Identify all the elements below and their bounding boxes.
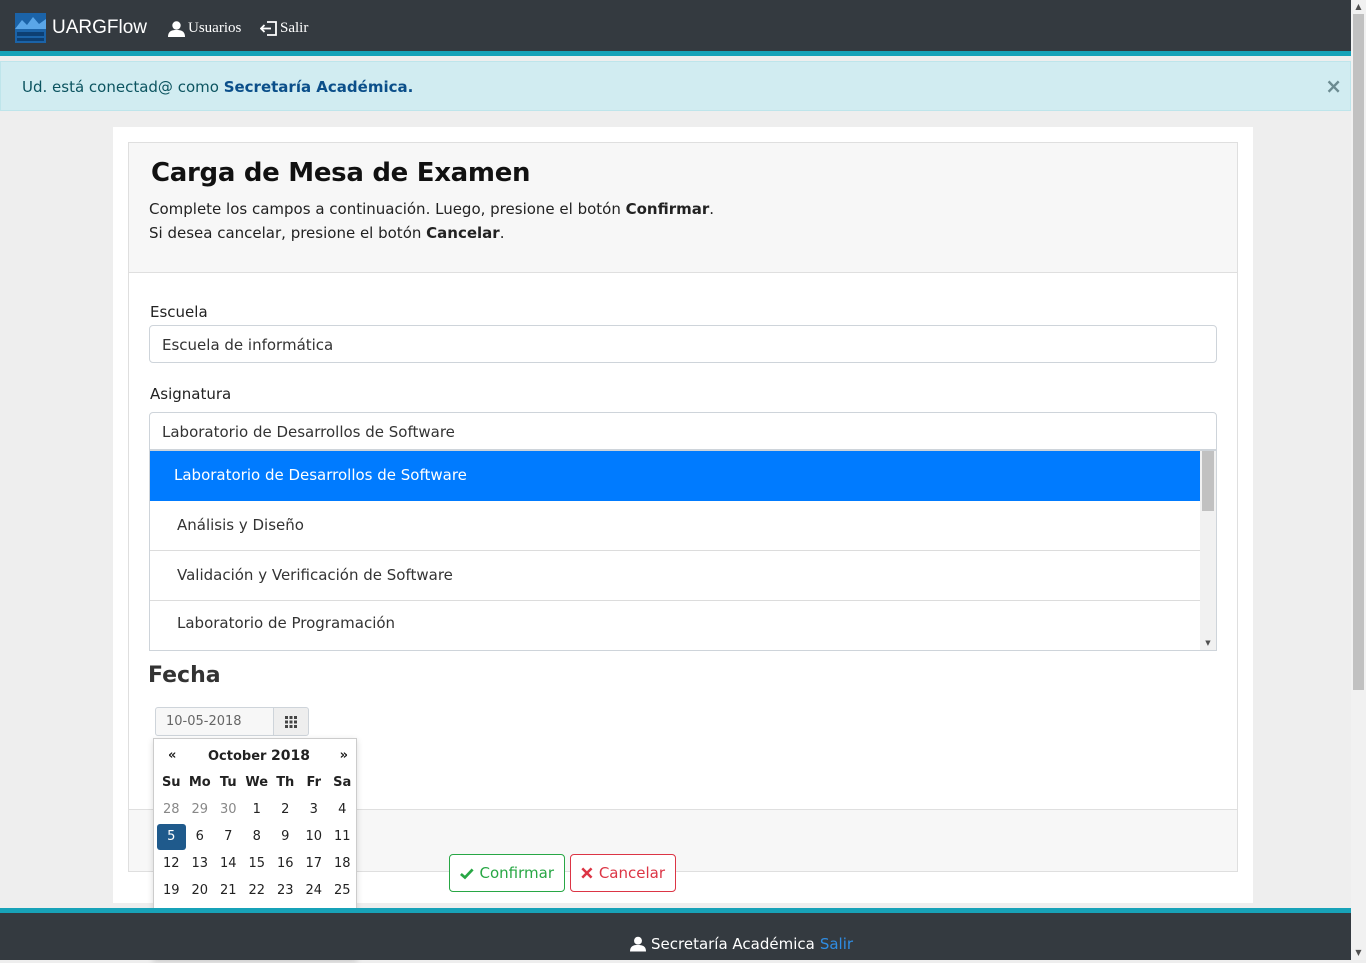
day-cell[interactable]: 15 — [243, 855, 272, 882]
day-cell[interactable]: 20 — [186, 882, 215, 909]
page-scrollbar-thumb[interactable] — [1353, 14, 1364, 690]
nav-exit-label: Salir — [280, 20, 309, 36]
weekday-label: Fr — [306, 775, 321, 790]
day-cell[interactable]: 18 — [328, 855, 357, 882]
day-cell[interactable]: 1 — [243, 801, 272, 828]
cancel-button-label: Cancelar — [598, 864, 665, 882]
week-row: 12 13 14 15 16 17 18 — [157, 855, 357, 882]
escuela-field[interactable]: Escuela de informática — [149, 325, 1217, 363]
day-cell[interactable]: 12 — [157, 855, 186, 882]
page-title: Carga de Mesa de Examen — [151, 158, 531, 188]
day-cell[interactable]: 19 — [157, 882, 186, 909]
fecha-label: Fecha — [148, 663, 221, 688]
day-cell[interactable]: 5 — [157, 824, 186, 850]
bottom-footer-bar: Secretaría Académica Salir — [0, 908, 1351, 960]
day-cell[interactable]: 16 — [271, 855, 300, 882]
scroll-up-arrow-icon[interactable]: ▲ — [1351, 0, 1366, 14]
asignatura-option[interactable]: Laboratorio de Desarrollos de Software — [150, 451, 1201, 501]
asignatura-options-list[interactable]: Laboratorio de Desarrollos de Software A… — [149, 450, 1217, 651]
day-cell[interactable]: 4 — [328, 801, 357, 828]
unpa-logo-icon[interactable] — [15, 13, 46, 43]
asignatura-option[interactable]: Validación y Verificación de Software — [150, 551, 1201, 601]
week-row: 28 29 30 1 2 3 4 — [157, 801, 357, 828]
day-cell[interactable]: 23 — [271, 882, 300, 909]
nav-users-link[interactable]: Usuarios — [168, 20, 241, 37]
asignatura-option[interactable]: Análisis y Diseño — [150, 501, 1201, 551]
footer-user-name: Secretaría Académica — [651, 935, 815, 953]
page-scrollbar[interactable]: ▲ ▼ — [1351, 0, 1366, 960]
prev-month-button[interactable]: « — [168, 748, 176, 763]
confirm-button-label: Confirmar — [479, 864, 554, 882]
next-month-button[interactable]: » — [340, 748, 348, 763]
month-year-switch[interactable]: October 2018 — [208, 748, 310, 764]
day-cell[interactable]: 8 — [243, 828, 272, 855]
day-cell[interactable]: 21 — [214, 882, 243, 909]
close-icon — [581, 867, 593, 879]
day-cell[interactable]: 7 — [214, 828, 243, 855]
day-cell[interactable]: 2 — [271, 801, 300, 828]
calendar-grid-icon — [285, 715, 297, 728]
weekday-label: Tu — [219, 775, 237, 790]
connected-user-alert: Ud. está conectad@ como Secretaría Acadé… — [0, 61, 1351, 111]
options-scrollbar-thumb[interactable] — [1202, 451, 1214, 511]
weekday-label: Sa — [333, 775, 352, 790]
user-icon — [168, 20, 185, 37]
day-cell[interactable]: 10 — [300, 828, 329, 855]
nav-users-label: Usuarios — [188, 20, 242, 36]
day-cell[interactable]: 14 — [214, 855, 243, 882]
week-row: 19 20 21 22 23 24 25 — [157, 882, 357, 909]
day-cell[interactable]: 13 — [186, 855, 215, 882]
calendar-toggle-button[interactable] — [273, 707, 309, 736]
year-label: 2018 — [270, 748, 310, 764]
instructions-line-2: Si desea cancelar, presione el botón Can… — [149, 224, 505, 242]
brand-name[interactable]: UARGFlow — [52, 17, 147, 39]
day-cell[interactable]: 6 — [186, 828, 215, 855]
escuela-label: Escuela — [150, 303, 208, 321]
day-cell[interactable]: 11 — [328, 828, 357, 855]
day-cell[interactable]: 17 — [300, 855, 329, 882]
asignatura-label: Asignatura — [150, 385, 232, 403]
day-cell[interactable]: 29 — [186, 801, 215, 828]
asignatura-select[interactable]: Laboratorio de Desarrollos de Software — [149, 412, 1217, 450]
day-cell[interactable]: 9 — [271, 828, 300, 855]
weekday-label: Th — [276, 775, 295, 790]
fecha-input[interactable]: 10-05-2018 — [155, 707, 275, 736]
scroll-down-arrow-icon[interactable]: ▼ — [1351, 946, 1366, 960]
options-scroll-down-icon[interactable]: ▼ — [1200, 636, 1216, 650]
footer-exit-link[interactable]: Salir — [820, 935, 853, 953]
alert-user: Secretaría Académica. — [223, 78, 414, 96]
cancel-button[interactable]: Cancelar — [570, 854, 676, 892]
footer-user-info: Secretaría Académica Salir — [630, 935, 853, 953]
alert-prefix: Ud. está conectad@ como — [22, 78, 224, 96]
month-label: October — [208, 749, 267, 764]
day-cell[interactable]: 30 — [214, 801, 243, 828]
confirm-button[interactable]: Confirmar — [449, 854, 565, 892]
options-scrollbar[interactable]: ▼ — [1200, 451, 1216, 650]
sign-out-icon — [260, 21, 277, 36]
day-cell[interactable]: 22 — [243, 882, 272, 909]
datepicker-header: « October 2018 » — [154, 748, 358, 766]
alert-close-button[interactable]: × — [1325, 76, 1342, 96]
day-cell[interactable]: 24 — [300, 882, 329, 909]
week-row: 5 6 7 8 9 10 11 — [157, 824, 357, 855]
weekday-label: Mo — [188, 775, 211, 790]
asignatura-option[interactable]: Laboratorio de Programación — [150, 601, 1201, 650]
check-icon — [460, 868, 474, 879]
user-icon — [630, 936, 646, 952]
weekday-header-row: Su Mo Tu We Th Fr Sa — [157, 774, 357, 801]
day-cell[interactable]: 25 — [328, 882, 357, 909]
nav-exit-link[interactable]: Salir — [260, 20, 308, 37]
instructions-line-1: Complete los campos a continuación. Lueg… — [149, 200, 715, 218]
weekday-label: Su — [161, 775, 181, 790]
top-navbar: UARGFlow Usuarios Salir — [0, 0, 1351, 56]
day-cell[interactable]: 3 — [300, 801, 329, 828]
weekday-label: We — [245, 775, 269, 790]
